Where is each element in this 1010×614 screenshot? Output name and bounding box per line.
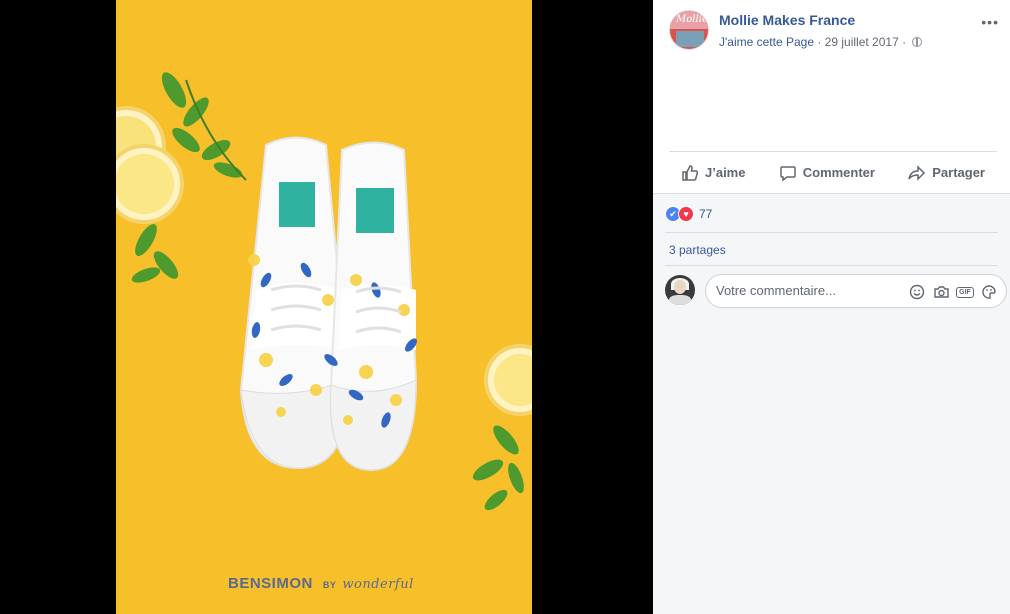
shares-count-link[interactable]: 3 partages <box>669 243 726 257</box>
divider <box>665 232 998 233</box>
divider <box>665 265 998 266</box>
facebook-photo-viewer: BENSIMON BY wonderful Mollie Mollie Makes … <box>0 0 1010 614</box>
gif-icon[interactable]: GIF <box>956 283 974 301</box>
brand-name: BENSIMON <box>228 575 313 592</box>
photo-brand: BENSIMON BY wonderful <box>228 575 414 592</box>
like-icon <box>682 164 699 181</box>
post-header: Mollie Mollie Makes France J'aime cette … <box>669 10 999 54</box>
page-avatar[interactable]: Mollie <box>669 10 709 50</box>
brand-partner: wonderful <box>342 577 414 592</box>
globe-icon <box>912 37 923 47</box>
emoji-icon[interactable] <box>908 283 926 301</box>
reaction-count[interactable]: 77 <box>699 207 712 221</box>
like-page-link[interactable]: J'aime cette Page <box>719 35 814 49</box>
post-photo[interactable]: BENSIMON BY wonderful <box>116 0 532 614</box>
avatar-image <box>676 31 704 47</box>
share-label: Partager <box>932 165 985 180</box>
sticker-icon[interactable] <box>980 283 998 301</box>
brand-by: BY <box>322 580 337 590</box>
comment-tools: GIF <box>908 283 998 301</box>
photo-illustration <box>116 72 532 511</box>
like-label: J’aime <box>705 165 746 180</box>
comment-label: Commenter <box>802 165 875 180</box>
camera-icon[interactable] <box>932 283 950 301</box>
post-side-panel: Mollie Mollie Makes France J'aime cette … <box>653 0 1010 614</box>
avatar-body <box>669 295 691 305</box>
photo-area: BENSIMON BY wonderful <box>0 0 653 614</box>
avatar-text: Mollie <box>676 14 708 25</box>
page-name-link[interactable]: Mollie Makes France <box>719 12 855 28</box>
reactions-summary[interactable]: ✔ ♥ 77 <box>665 206 712 222</box>
date-separator: · <box>898 35 910 49</box>
comment-button[interactable]: Commenter <box>779 164 875 182</box>
comment-input-box[interactable]: GIF <box>705 274 1007 308</box>
feedback-section: ✔ ♥ 77 3 partages Votre commentaire... G… <box>653 193 1010 614</box>
comment-icon <box>779 165 796 181</box>
avatar-face <box>674 280 686 294</box>
love-reaction-icon: ♥ <box>678 206 694 222</box>
gif-label: GIF <box>956 286 974 298</box>
more-icon[interactable]: ••• <box>981 14 999 30</box>
comment-input[interactable] <box>716 283 886 298</box>
post-actions: J’aime Commenter Partager <box>669 151 997 193</box>
user-avatar <box>665 275 695 305</box>
like-button[interactable]: J’aime <box>681 164 745 182</box>
post-date[interactable]: 29 juillet 2017 <box>825 35 899 49</box>
comment-composer: GIF <box>665 274 1007 308</box>
share-button[interactable]: Partager <box>908 164 985 182</box>
meta-separator: · <box>814 35 825 49</box>
share-icon <box>908 164 926 181</box>
post-meta: J'aime cette Page · 29 juillet 2017 · <box>719 35 923 49</box>
